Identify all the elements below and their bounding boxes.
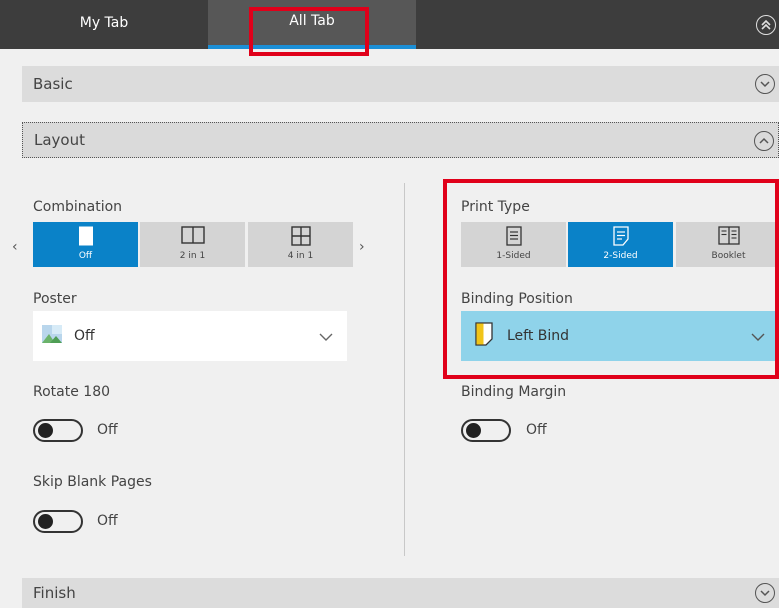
- poster-value: Off: [74, 328, 95, 344]
- two-sided-icon: [612, 226, 629, 249]
- print-type-option-2-sided[interactable]: 2-Sided: [568, 222, 673, 267]
- tab-bar: My Tab All Tab: [0, 0, 779, 49]
- section-finish-title: Finish: [33, 584, 76, 602]
- collapse-layout-icon[interactable]: [754, 131, 774, 151]
- rotate-180-toggle[interactable]: [33, 419, 83, 442]
- combination-option-2in1[interactable]: 2 in 1: [140, 222, 245, 267]
- print-type-option-label: 1-Sided: [496, 251, 531, 261]
- section-finish-header[interactable]: Finish: [22, 578, 779, 608]
- binding-margin-state: Off: [526, 422, 547, 438]
- combination-option-4in1[interactable]: 4 in 1: [248, 222, 353, 267]
- poster-dropdown[interactable]: Off: [33, 311, 347, 361]
- binding-position-label: Binding Position: [461, 291, 573, 307]
- print-type-option-booklet[interactable]: Booklet: [676, 222, 779, 267]
- combination-prev-arrow-icon[interactable]: ‹: [12, 239, 18, 255]
- collapse-all-button[interactable]: [756, 15, 776, 35]
- combination-next-arrow-icon[interactable]: ›: [359, 239, 365, 255]
- double-chevron-up-icon: [761, 19, 771, 30]
- section-layout-title: Layout: [34, 131, 85, 149]
- binding-position-dropdown[interactable]: Left Bind: [461, 311, 779, 361]
- combination-option-off[interactable]: Off: [33, 222, 138, 267]
- combination-option-label: Off: [78, 251, 93, 261]
- expand-finish-icon[interactable]: [755, 583, 775, 603]
- print-type-option-1-sided[interactable]: 1-Sided: [461, 222, 566, 267]
- binding-position-value: Left Bind: [507, 328, 570, 344]
- poster-label: Poster: [33, 291, 77, 307]
- skip-blank-pages-label: Skip Blank Pages: [33, 474, 152, 490]
- skip-blank-pages-state: Off: [97, 513, 118, 529]
- rotate-180-label: Rotate 180: [33, 384, 111, 400]
- one-sided-icon: [505, 226, 522, 249]
- poster-image-icon: [42, 325, 62, 347]
- section-basic-header[interactable]: Basic: [22, 66, 779, 102]
- rotate-180-state: Off: [97, 422, 118, 438]
- combination-label: Combination: [33, 199, 123, 215]
- combination-option-label: 2 in 1: [179, 251, 206, 261]
- single-page-icon: [78, 226, 94, 249]
- section-basic-title: Basic: [33, 75, 73, 93]
- booklet-icon: [717, 226, 740, 249]
- left-bind-page-icon: [475, 322, 493, 350]
- section-layout-header[interactable]: Layout: [22, 122, 779, 158]
- binding-margin-label: Binding Margin: [461, 384, 567, 400]
- binding-margin-toggle[interactable]: [461, 419, 511, 442]
- chevron-down-icon: [319, 330, 333, 346]
- tab-all-tab[interactable]: All Tab: [208, 0, 416, 49]
- two-in-one-icon: [180, 226, 205, 247]
- tab-my-tab[interactable]: My Tab: [0, 0, 208, 49]
- four-in-one-icon: [290, 226, 311, 249]
- column-divider: [404, 183, 405, 556]
- print-type-option-label: Booklet: [711, 251, 746, 261]
- print-type-option-label: 2-Sided: [603, 251, 638, 261]
- print-type-label: Print Type: [461, 199, 530, 215]
- chevron-down-icon: [751, 330, 765, 346]
- skip-blank-pages-toggle[interactable]: [33, 510, 83, 533]
- expand-basic-icon[interactable]: [755, 74, 775, 94]
- combination-option-label: 4 in 1: [287, 251, 314, 261]
